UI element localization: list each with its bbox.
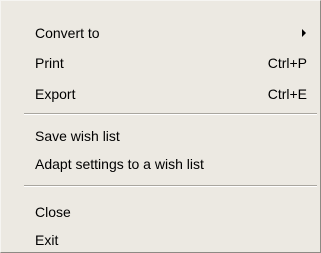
menu-item-print[interactable]: Print Ctrl+P xyxy=(1,52,320,74)
menu-item-label: Convert to xyxy=(35,25,100,41)
menu-item-label: Adapt settings to a wish list xyxy=(35,156,204,172)
menu-item-label: Exit xyxy=(35,232,59,248)
menu-item-export[interactable]: Export Ctrl+E xyxy=(1,83,320,105)
submenu-arrow-icon xyxy=(302,29,306,37)
menu-item-save-wish-list[interactable]: Save wish list xyxy=(1,125,320,147)
menu-item-adapt-settings[interactable]: Adapt settings to a wish list xyxy=(1,153,320,175)
menu-item-label: Print xyxy=(35,55,64,71)
menu-item-label: Close xyxy=(35,204,71,220)
context-menu: Convert to Print Ctrl+P Export Ctrl+E Sa… xyxy=(0,0,321,253)
menu-item-exit[interactable]: Exit xyxy=(1,229,320,251)
menu-item-label: Save wish list xyxy=(35,128,120,144)
menu-separator xyxy=(24,185,317,187)
menu-separator xyxy=(24,113,317,115)
menu-item-shortcut: Ctrl+E xyxy=(267,86,307,102)
menu-item-close[interactable]: Close xyxy=(1,201,320,223)
menu-item-label: Export xyxy=(35,86,76,102)
menu-item-shortcut: Ctrl+P xyxy=(267,55,307,71)
menu-item-convert-to[interactable]: Convert to xyxy=(1,22,320,44)
